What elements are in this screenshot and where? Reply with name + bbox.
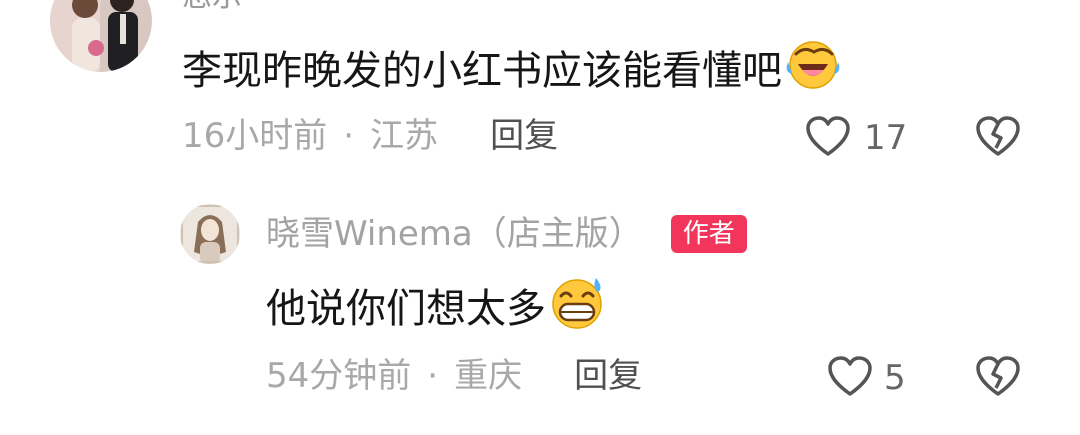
meta-separator: ·: [343, 116, 355, 156]
heart-icon: [826, 354, 874, 402]
reply-username[interactable]: 晓雪Winema（店主版）: [266, 214, 643, 254]
reply-avatar[interactable]: [180, 204, 240, 264]
meta-separator: ·: [427, 356, 439, 396]
laughing-crying-emoji-icon: [784, 40, 842, 102]
reply-button[interactable]: 回复: [490, 116, 558, 156]
reply-button[interactable]: 回复: [574, 356, 642, 396]
reply-time: 54分钟前: [266, 356, 412, 396]
author-badge: 作者: [670, 215, 747, 253]
reply-body: 他说你们想太多: [266, 286, 546, 332]
comment-body: 李现昨晚发的小红书应该能看懂吧: [182, 48, 782, 94]
like-button[interactable]: 17: [804, 114, 907, 162]
reply-location: 重庆: [454, 356, 523, 396]
reply-text: 他说你们想太多: [266, 276, 606, 342]
reply-header: 晓雪Winema（店主版） 作者: [266, 214, 747, 254]
like-button[interactable]: 5: [826, 354, 906, 402]
commenter-username[interactable]: 忍示: [182, 0, 242, 12]
like-count: 17: [864, 118, 908, 158]
comment-location: 江苏: [370, 116, 439, 156]
commenter-avatar[interactable]: [50, 0, 152, 72]
comment-meta: 16小时前 · 江苏 回复: [182, 116, 558, 156]
grinning-sweat-emoji-icon: [548, 276, 606, 342]
dislike-broken-heart-icon[interactable]: [974, 354, 1022, 402]
reply-meta: 54分钟前 · 重庆 回复: [266, 356, 642, 396]
comment-text: 李现昨晚发的小红书应该能看懂吧: [182, 40, 842, 102]
dislike-broken-heart-icon[interactable]: [974, 114, 1022, 162]
comment-time: 16小时前: [182, 116, 328, 156]
like-count: 5: [884, 358, 906, 398]
heart-icon: [804, 114, 852, 162]
